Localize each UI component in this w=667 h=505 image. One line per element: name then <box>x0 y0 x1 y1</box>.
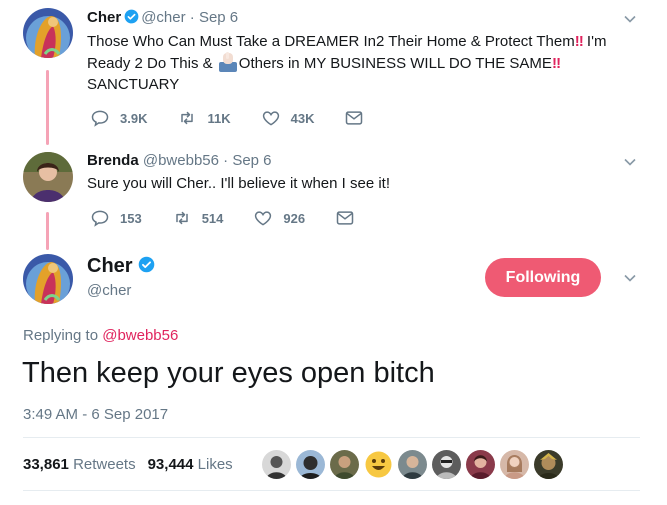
reply-icon <box>91 210 109 227</box>
verified-badge-icon <box>124 9 139 24</box>
retweets-label: Retweets <box>73 456 136 473</box>
like-button[interactable]: 43K <box>261 108 315 128</box>
retweet-count: 514 <box>201 210 224 226</box>
author-name[interactable]: Brenda <box>87 152 139 169</box>
verified-badge-icon <box>138 256 154 273</box>
heart-icon <box>255 211 272 226</box>
tweet-actions: 3.9K 11K 43K <box>90 108 404 128</box>
following-button[interactable]: Following <box>485 258 601 297</box>
chevron-down-icon[interactable] <box>623 12 637 26</box>
engagement-stats: 33,861 Retweets 93,444 Likes <box>23 456 245 473</box>
retweet-button[interactable]: 514 <box>172 208 224 228</box>
reply-icon <box>91 110 109 127</box>
direct-message-button[interactable] <box>335 208 365 228</box>
tweet-header: Cher @cher · Sep 6 <box>87 8 238 28</box>
tweet-text-part: SANCTUARY <box>87 76 180 93</box>
author-handle[interactable]: @cher <box>141 9 185 26</box>
double-exclamation-emoji: ‼ <box>574 33 584 50</box>
author-name-row: Cher <box>87 254 157 278</box>
tweet-actions: 153 514 926 <box>90 208 395 228</box>
like-total: 93,444 <box>147 456 194 473</box>
liker-avatar[interactable] <box>330 450 359 479</box>
envelope-icon <box>336 211 354 225</box>
like-count: 43K <box>290 110 315 126</box>
liker-avatars <box>262 450 568 479</box>
likes-label: Likes <box>197 456 233 473</box>
tweet-text-part: Those Who Can Must Take a DREAMER In2 Th… <box>87 33 575 50</box>
liker-avatar[interactable] <box>466 450 495 479</box>
divider <box>23 490 640 491</box>
author-name[interactable]: Cher <box>87 9 121 26</box>
replying-to-mention[interactable]: @bwebb56 <box>102 327 178 344</box>
author-name[interactable]: Cher <box>87 255 133 277</box>
retweet-count: 11K <box>207 110 231 126</box>
direct-message-button[interactable] <box>344 108 374 128</box>
tweet-header: Brenda @bwebb56 · Sep 6 <box>87 151 272 171</box>
retweet-icon <box>175 211 188 225</box>
tweet-text: Then keep your eyes open bitch <box>22 357 435 389</box>
likes-stat[interactable]: 93,444 Likes <box>148 456 245 473</box>
replying-to: Replying to @bwebb56 <box>23 327 178 344</box>
separator-dot: · <box>223 152 229 169</box>
avatar[interactable] <box>23 254 73 304</box>
like-count: 926 <box>283 210 306 226</box>
tweet-text: Those Who Can Must Take a DREAMER In2 Th… <box>87 31 642 95</box>
liker-avatar[interactable] <box>432 450 461 479</box>
tweet-timestamp[interactable]: 3:49 AM - 6 Sep 2017 <box>23 406 168 423</box>
liker-avatar[interactable] <box>534 450 563 479</box>
reply-count: 3.9K <box>120 110 148 126</box>
avatar[interactable] <box>23 8 73 58</box>
separator-dot: · <box>189 9 195 26</box>
thread-line <box>46 70 49 145</box>
like-button[interactable]: 926 <box>253 208 305 228</box>
tweet-text: Sure you will Cher.. I'll believe it whe… <box>87 175 391 192</box>
reply-button[interactable]: 153 <box>90 208 142 228</box>
liker-avatar[interactable] <box>500 450 529 479</box>
thread-line <box>46 212 49 250</box>
heart-icon <box>262 111 279 126</box>
retweet-button[interactable]: 11K <box>177 108 231 128</box>
raised-hand-emoji-icon <box>218 52 237 72</box>
retweet-total: 33,861 <box>23 456 69 473</box>
divider <box>23 437 640 438</box>
chevron-down-icon[interactable] <box>623 155 637 169</box>
tweet-date[interactable]: Sep 6 <box>199 9 238 26</box>
retweets-stat[interactable]: 33,861 Retweets <box>23 456 148 473</box>
avatar[interactable] <box>23 152 73 202</box>
tweet-text-part: Others in MY BUSINESS WILL DO THE SAME <box>238 55 552 72</box>
double-exclamation-emoji: ‼ <box>551 55 561 72</box>
retweet-icon <box>181 111 194 125</box>
reply-count: 153 <box>120 210 142 226</box>
liker-avatar[interactable] <box>296 450 325 479</box>
tweet-date[interactable]: Sep 6 <box>232 152 271 169</box>
replying-to-label: Replying to <box>23 327 99 344</box>
liker-avatar[interactable] <box>398 450 427 479</box>
liker-avatar[interactable] <box>262 450 291 479</box>
author-handle[interactable]: @cher <box>87 282 131 299</box>
reply-button[interactable]: 3.9K <box>90 108 147 128</box>
chevron-down-icon[interactable] <box>623 271 637 285</box>
envelope-icon <box>346 111 363 125</box>
author-handle[interactable]: @bwebb56 <box>143 152 219 169</box>
liker-avatar[interactable] <box>364 450 393 479</box>
